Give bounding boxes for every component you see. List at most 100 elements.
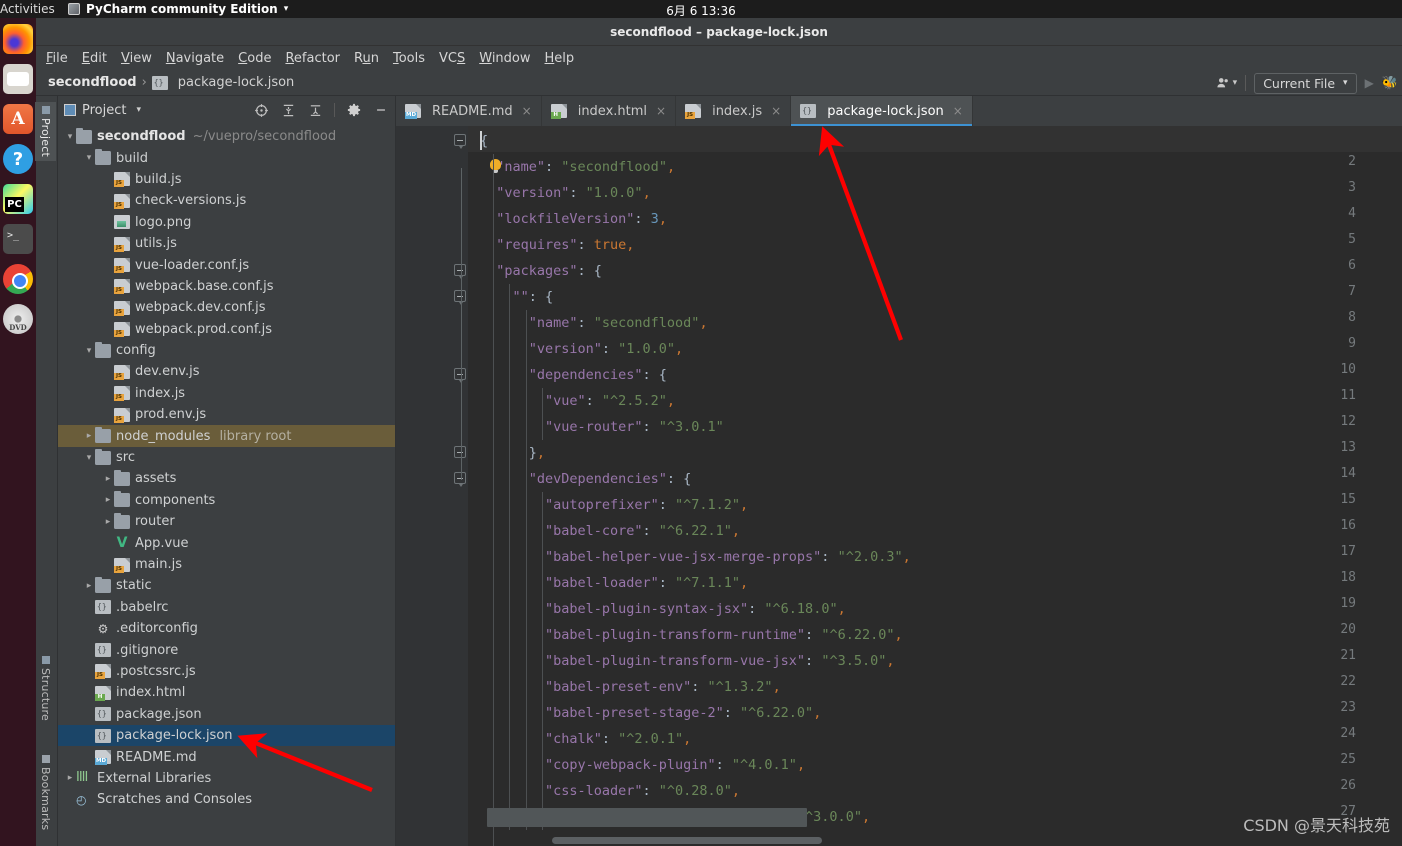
horizontal-scrollbar-thumb[interactable]: [552, 837, 822, 844]
dock-firefox-icon[interactable]: [3, 24, 33, 54]
tree-item-label: webpack.dev.conf.js: [135, 300, 266, 316]
horizontal-scrollbar-track[interactable]: [468, 835, 1402, 846]
code-token: ,: [886, 653, 895, 669]
tree-item-index-js[interactable]: JS index.js: [58, 383, 395, 404]
code-with-me-icon[interactable]: ▾: [1216, 76, 1238, 90]
select-opened-file-icon[interactable]: [253, 102, 269, 118]
run-configuration-selector[interactable]: Current File ▾: [1254, 72, 1357, 94]
menu-edit[interactable]: Edit: [82, 51, 107, 66]
tree-item-config[interactable]: config: [58, 340, 395, 361]
code-editor[interactable]: 1234567891011121314151617181920212223242…: [396, 126, 1402, 846]
debug-button[interactable]: 🐝: [1382, 76, 1398, 91]
tree-item-dev-env-js[interactable]: JS dev.env.js: [58, 361, 395, 382]
tree-item-babelrc[interactable]: .babelrc: [58, 597, 395, 618]
menu-navigate[interactable]: Navigate: [166, 51, 224, 66]
tree-item-main-js[interactable]: JS main.js: [58, 554, 395, 575]
tree-item-utils-js[interactable]: JS utils.js: [58, 233, 395, 254]
chevron-right-icon[interactable]: [83, 431, 95, 441]
chevron-right-icon[interactable]: [83, 581, 95, 591]
menu-run[interactable]: Run: [354, 51, 379, 66]
breadcrumb-file[interactable]: package-lock.json: [151, 75, 294, 90]
menu-help[interactable]: Help: [545, 51, 575, 66]
chevron-right-icon[interactable]: [102, 474, 114, 484]
tree-item-index-html[interactable]: Hindex.html: [58, 682, 395, 703]
run-button[interactable]: ▶: [1365, 76, 1374, 90]
dock-pycharm-icon[interactable]: [3, 184, 33, 214]
tree-item-router[interactable]: router: [58, 511, 395, 532]
code-token: "lockfileVersion": [496, 211, 635, 227]
menu-code[interactable]: Code: [238, 51, 271, 66]
code-token: : {: [642, 367, 667, 383]
tree-item-secondflood[interactable]: secondflood ~/vuepro/secondflood: [58, 126, 395, 147]
navigation-bar: secondflood › package-lock.json ▾ Curren…: [36, 70, 1402, 96]
tree-item-postcssrc-js[interactable]: JS .postcssrc.js: [58, 661, 395, 682]
dock-chrome-icon[interactable]: [3, 264, 33, 294]
editor-gutter[interactable]: [396, 126, 468, 846]
tree-item-package-json[interactable]: package.json: [58, 704, 395, 725]
tree-item-static[interactable]: static: [58, 575, 395, 596]
editor-tab-readme-md[interactable]: MD README.md ×: [396, 96, 542, 126]
dock-files-icon[interactable]: [3, 64, 33, 94]
menu-file[interactable]: File: [46, 51, 68, 66]
close-icon[interactable]: ×: [771, 104, 781, 118]
tree-item-readme-md[interactable]: MD README.md: [58, 746, 395, 767]
tree-item-check-versions-js[interactable]: JS check-versions.js: [58, 190, 395, 211]
collapse-all-icon[interactable]: [307, 102, 323, 118]
dock-ubuntu-software-icon[interactable]: [3, 104, 33, 134]
project-panel-title[interactable]: Project ▾: [64, 103, 141, 118]
tool-window-tab-structure[interactable]: Structure: [35, 652, 56, 725]
settings-gear-icon[interactable]: [346, 102, 362, 118]
menu-refactor[interactable]: Refactor: [285, 51, 340, 66]
tree-item-build-js[interactable]: JS build.js: [58, 169, 395, 190]
chevron-down-icon[interactable]: [83, 153, 95, 163]
tree-item-gitignore[interactable]: .gitignore: [58, 639, 395, 660]
tree-item-scratches-and-consoles[interactable]: ◴ Scratches and Consoles: [58, 789, 395, 810]
close-icon[interactable]: ×: [953, 104, 963, 118]
tree-item-external-libraries[interactable]: IIII External Libraries: [58, 768, 395, 789]
chevron-down-icon[interactable]: [83, 453, 95, 463]
chevron-right-icon[interactable]: [64, 773, 76, 783]
dock-help-icon[interactable]: [3, 144, 33, 174]
tree-item-assets[interactable]: assets: [58, 468, 395, 489]
breadcrumb-project[interactable]: secondflood: [48, 75, 137, 90]
menu-tools[interactable]: Tools: [393, 51, 425, 66]
tool-window-tab-bookmarks[interactable]: Bookmarks: [35, 751, 56, 834]
tree-item-logo-png[interactable]: logo.png: [58, 212, 395, 233]
tree-item-vue-loader-conf-js[interactable]: JS vue-loader.conf.js: [58, 254, 395, 275]
tree-item-build[interactable]: build: [58, 147, 395, 168]
menu-window[interactable]: Window: [479, 51, 530, 66]
chevron-right-icon[interactable]: [102, 517, 114, 527]
fold-collapse-icon[interactable]: [454, 134, 466, 149]
tree-item-components[interactable]: components: [58, 490, 395, 511]
tree-item-node-modules[interactable]: node_modules library root: [58, 425, 395, 447]
intention-bulb-icon[interactable]: [490, 159, 501, 173]
chevron-down-icon[interactable]: [64, 132, 76, 142]
tree-item-src[interactable]: src: [58, 447, 395, 468]
chevron-right-icon[interactable]: [102, 495, 114, 505]
editor-tab-index-html[interactable]: Hindex.html ×: [542, 96, 677, 126]
tree-item-webpack-base-conf-js[interactable]: JS webpack.base.conf.js: [58, 276, 395, 297]
chevron-down-icon[interactable]: [83, 346, 95, 356]
close-icon[interactable]: ×: [522, 104, 532, 118]
editor-tab-package-lock-json[interactable]: package-lock.json ×: [791, 96, 973, 126]
code-token: "babel-plugin-transform-runtime": [544, 627, 806, 643]
expand-all-icon[interactable]: [280, 102, 296, 118]
system-clock[interactable]: 6月 6 13:36: [0, 2, 1402, 19]
hide-panel-icon[interactable]: [373, 102, 389, 118]
window-title: secondflood – package-lock.json: [610, 24, 828, 39]
tree-item-editorconfig[interactable]: ⚙ .editorconfig: [58, 618, 395, 639]
tree-item-package-lock-json[interactable]: package-lock.json: [58, 724, 395, 747]
tree-item-prod-env-js[interactable]: JS prod.env.js: [58, 404, 395, 425]
menu-view[interactable]: View: [121, 51, 152, 66]
tree-item-webpack-dev-conf-js[interactable]: JS webpack.dev.conf.js: [58, 297, 395, 318]
tree-item-app-vue[interactable]: V App.vue: [58, 532, 395, 553]
project-panel-toolbar: [253, 102, 389, 118]
chevron-down-icon: ▾: [1232, 78, 1238, 88]
menu-vcs[interactable]: VCS: [439, 51, 465, 66]
dock-terminal-icon[interactable]: [3, 224, 33, 254]
tool-window-tab-project[interactable]: Project: [35, 102, 56, 162]
close-icon[interactable]: ×: [656, 104, 666, 118]
editor-tab-index-js[interactable]: JS index.js ×: [676, 96, 792, 126]
tree-item-webpack-prod-conf-js[interactable]: JS webpack.prod.conf.js: [58, 319, 395, 340]
dock-dvd-icon[interactable]: [3, 304, 33, 334]
